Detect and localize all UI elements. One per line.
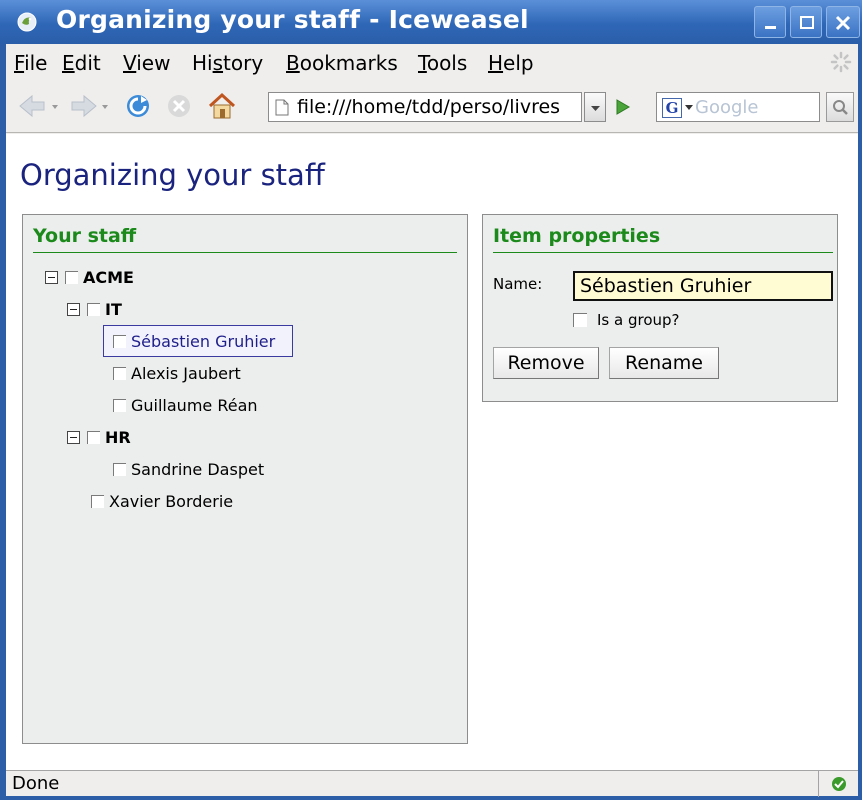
menu-view-rest: iew [136,51,171,75]
menu-tools[interactable]: Tools [418,51,467,75]
collapse-icon[interactable] [45,271,58,284]
back-arrow-icon[interactable] [16,91,50,121]
navigation-toolbar: file:///home/tdd/perso/livres G [6,81,858,133]
url-dropdown-button[interactable] [584,92,606,122]
minimize-button[interactable] [754,6,786,38]
staff-panel-divider [33,252,457,253]
node-checkbox[interactable] [113,399,126,412]
node-label: Alexis Jaubert [131,364,241,383]
close-icon [835,15,851,31]
forward-dropdown-icon[interactable] [100,91,110,121]
rename-button[interactable]: Rename [609,347,719,379]
url-bar[interactable]: file:///home/tdd/perso/livres [268,92,582,122]
staff-panel: Your staff ACME IT Sébastien Gruhier Ale… [22,214,468,744]
search-input[interactable] [695,95,815,119]
browser-client-area: File Edit View History Bookmarks Tools H… [6,44,858,797]
menu-edit-rest: dit [74,51,101,75]
collapse-icon[interactable] [67,303,80,316]
is-group-checkbox[interactable] [573,313,587,327]
node-checkbox[interactable] [113,463,126,476]
reload-icon[interactable] [122,91,154,121]
maximize-icon [800,16,814,29]
menu-history[interactable]: History [192,51,263,75]
menu-file[interactable]: File [14,51,47,75]
menu-bookmarks[interactable]: Bookmarks [286,51,398,75]
status-text: Done [12,773,60,794]
menu-file-mnemonic: F [14,51,25,75]
magnifier-icon [833,100,848,115]
node-label: Sébastien Gruhier [131,332,276,351]
window-title: Organizing your staff - Iceweasel [56,5,529,34]
item-properties-header: Item properties [493,225,661,247]
status-bar: Done [6,770,858,797]
node-checkbox[interactable] [113,335,126,348]
collapse-icon[interactable] [67,431,80,444]
node-label: ACME [83,268,134,287]
chevron-down-icon [591,106,600,111]
status-icon-area [818,771,858,797]
menu-help-mnemonic: H [488,51,504,75]
menu-tools-rest: ools [426,51,468,75]
check-icon [832,777,846,791]
menu-file-rest: ile [24,51,48,75]
name-field[interactable]: Sébastien Gruhier [573,271,833,301]
menu-edit[interactable]: Edit [62,51,101,75]
item-properties-divider [493,252,833,253]
stop-icon[interactable] [164,91,194,121]
menu-history-rest: tory [223,51,264,75]
page-content: Organizing your staff Your staff ACME IT [6,134,858,770]
node-label: Guillaume Réan [131,396,258,415]
browser-window: Organizing your staff - Iceweasel File E… [0,0,862,800]
search-box[interactable]: G [656,92,820,122]
maximize-button[interactable] [790,6,822,38]
menu-bar: File Edit View History Bookmarks Tools H… [6,44,858,81]
name-label: Name: [493,275,543,293]
minimize-icon [765,26,776,29]
forward-arrow-icon[interactable] [66,91,100,121]
node-label: IT [105,300,122,319]
menu-view[interactable]: View [123,51,170,75]
iceweasel-icon [17,12,37,32]
is-group-label: Is a group? [597,311,680,329]
search-engine-icon[interactable]: G [662,98,682,118]
menu-history-pre: Hi [192,51,213,75]
staff-panel-header: Your staff [33,225,137,247]
remove-button[interactable]: Remove [493,347,599,379]
throbber-icon [830,51,852,73]
menu-history-mnemonic: s [212,51,224,75]
home-icon[interactable] [206,91,238,121]
node-label: Xavier Borderie [109,492,234,511]
node-checkbox[interactable] [113,367,126,380]
menu-bookmarks-rest: ookmarks [299,51,398,75]
menu-help-rest: elp [503,51,534,75]
page-title: Organizing your staff [20,158,325,192]
node-label: Sandrine Daspet [131,460,265,479]
back-dropdown-icon[interactable] [50,91,60,121]
node-label: HR [105,428,131,447]
go-arrow-icon[interactable] [612,97,634,117]
url-text: file:///home/tdd/perso/livres [297,96,561,118]
node-checkbox[interactable] [87,431,100,444]
title-bar[interactable]: Organizing your staff - Iceweasel [0,0,862,44]
menu-help[interactable]: Help [488,51,534,75]
menu-tools-mnemonic: T [418,51,427,75]
menu-view-mnemonic: V [123,51,137,75]
node-checkbox[interactable] [87,303,100,316]
search-button[interactable] [826,92,854,122]
item-properties-panel: Item properties Name: Sébastien Gruhier … [482,214,838,402]
node-checkbox[interactable] [65,271,78,284]
close-button[interactable] [826,6,860,38]
search-engine-dropdown-icon[interactable] [685,105,693,110]
menu-edit-mnemonic: E [62,51,75,75]
menu-bookmarks-mnemonic: B [286,51,300,75]
node-checkbox[interactable] [91,495,104,508]
page-icon [275,99,289,116]
